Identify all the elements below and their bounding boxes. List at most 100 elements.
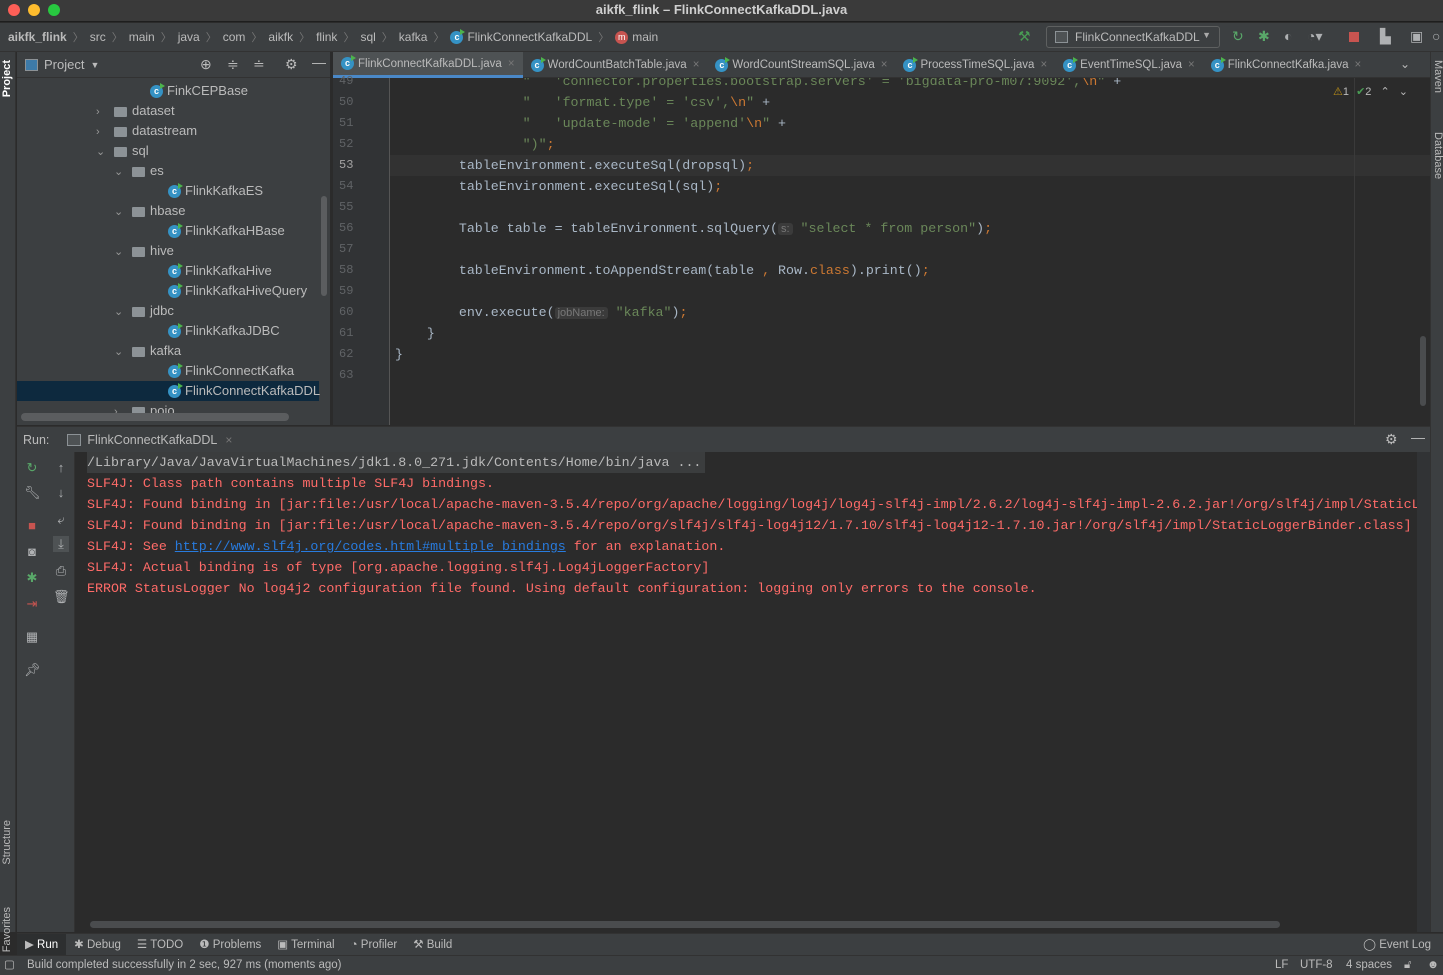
project-view-select[interactable]: Project	[44, 57, 84, 72]
todo-tool-tab[interactable]: ☰ TODO	[129, 934, 191, 956]
toggle-tool-windows-icon[interactable]: ▢	[4, 956, 15, 975]
show-all-tabs-chevron-icon[interactable]: ⌄	[1400, 57, 1410, 71]
chevron-down-icon[interactable]: ⌄	[114, 202, 128, 222]
encoding-widget[interactable]: UTF-8	[1300, 956, 1333, 975]
editor-vertical-scrollbar[interactable]	[1420, 336, 1426, 406]
maven-tool-button[interactable]: Maven	[1432, 60, 1443, 93]
editor-tab[interactable]: c WordCountStreamSQL.java ×	[707, 52, 895, 78]
tree-folder[interactable]: ⌄ jdbc	[17, 301, 319, 321]
gear-icon[interactable]: ⚙	[1385, 431, 1398, 448]
tree-folder[interactable]: › datastream	[17, 121, 319, 141]
locate-file-icon[interactable]: ⊕	[200, 56, 212, 73]
tree-class[interactable]: c FlinkKafkaHive	[17, 261, 319, 281]
scroll-to-end-icon[interactable]: ⤓	[53, 536, 69, 552]
editor-tab[interactable]: c FlinkConnectKafka.java ×	[1203, 52, 1370, 78]
project-structure-icon[interactable]: ▙	[1380, 28, 1391, 45]
previous-highlight-icon[interactable]: ⌃	[1380, 86, 1389, 98]
favorites-tool-button[interactable]: Favorites	[1, 907, 13, 952]
close-tab-icon[interactable]: ×	[881, 59, 888, 71]
debug-tool-tab[interactable]: ✱ Debug	[66, 934, 129, 956]
terminal-tool-tab[interactable]: ▣ Terminal	[269, 934, 342, 956]
close-tab-icon[interactable]: ×	[693, 59, 700, 71]
tree-class[interactable]: c FlinkKafkaES	[17, 181, 319, 201]
console-horizontal-scrollbar[interactable]	[90, 921, 1280, 928]
chevron-down-icon[interactable]: ⌄	[114, 242, 128, 262]
breadcrumb-item[interactable]: src	[90, 30, 106, 44]
terminal-window-icon[interactable]: ▣	[1410, 28, 1423, 45]
code-editor[interactable]: ⚠1 ✔2 ⌃ ⌄ " 'connector.properties.bootst…	[390, 78, 1430, 425]
tree-vertical-scrollbar[interactable]	[321, 196, 327, 296]
tree-folder[interactable]: ⌄ es	[17, 161, 319, 181]
exit-icon[interactable]: ⇥	[24, 596, 40, 612]
arrow-up-icon[interactable]: ↑	[53, 460, 69, 475]
chevron-right-icon[interactable]: ›	[96, 122, 110, 142]
tree-folder[interactable]: › dataset	[17, 101, 319, 121]
tree-class[interactable]: c FlinkKafkaHiveQuery	[17, 281, 319, 301]
arrow-down-icon[interactable]: ↓	[53, 485, 69, 500]
chevron-down-icon[interactable]: ⌄	[114, 342, 128, 362]
breadcrumb-item[interactable]: flink	[316, 30, 337, 44]
close-tab-icon[interactable]: ×	[225, 433, 232, 447]
tree-folder[interactable]: ⌄ hive	[17, 241, 319, 261]
collapse-all-icon[interactable]: ≐	[253, 56, 265, 73]
chevron-down-icon[interactable]: ⌄	[114, 302, 128, 322]
project-tool-button[interactable]: Project	[1, 60, 13, 97]
profiler-icon[interactable]: ◔▾	[1307, 28, 1322, 45]
breadcrumb-item[interactable]: c FlinkConnectKafkaDDL	[450, 29, 592, 45]
chevron-right-icon[interactable]: ›	[96, 102, 110, 122]
chevron-down-icon[interactable]: ⌄	[114, 162, 128, 182]
tree-folder[interactable]: ⌄ kafka	[17, 341, 319, 361]
editor-tab[interactable]: c EventTimeSQL.java ×	[1055, 52, 1203, 78]
line-separator-widget[interactable]: LF	[1275, 956, 1288, 975]
structure-tool-button[interactable]: Structure	[1, 820, 13, 865]
breadcrumb-item[interactable]: sql	[360, 30, 375, 44]
close-tab-icon[interactable]: ×	[1355, 59, 1362, 71]
indent-widget[interactable]: 4 spaces	[1346, 956, 1392, 975]
breadcrumb-item[interactable]: main	[129, 30, 155, 44]
close-tab-icon[interactable]: ×	[1040, 59, 1047, 71]
pin-icon[interactable]: 📌︎	[24, 662, 41, 678]
stop-icon[interactable]	[1349, 32, 1359, 42]
problems-tool-tab[interactable]: ❶ Problems	[191, 934, 269, 956]
inspector-icon[interactable]: ☻	[1427, 956, 1439, 975]
editor-tab[interactable]: c FlinkConnectKafkaDDL.java ×	[333, 52, 523, 78]
profiler-tool-tab[interactable]: ◔ Profiler	[343, 934, 406, 956]
stop-icon[interactable]: ■	[24, 518, 40, 533]
expand-all-icon[interactable]: ≑	[227, 56, 239, 73]
hide-panel-icon[interactable]: —	[312, 54, 326, 70]
build-hammer-icon[interactable]: ⚒	[1018, 28, 1031, 45]
camera-icon[interactable]: ◙	[24, 544, 40, 559]
console-output[interactable]: /Library/Java/JavaVirtualMachines/jdk1.8…	[75, 452, 1430, 932]
status-message[interactable]: Build completed successfully in 2 sec, 9…	[27, 956, 341, 975]
breadcrumb-item[interactable]: com	[223, 30, 246, 44]
editor-tab[interactable]: c WordCountBatchTable.java ×	[523, 52, 708, 78]
run-configuration-select[interactable]: FlinkConnectKafkaDDL ▼	[1046, 26, 1220, 48]
debug-bug-icon[interactable]: ✱	[24, 570, 40, 586]
breadcrumb-item[interactable]: java	[178, 30, 200, 44]
layout-icon[interactable]: ▦	[24, 629, 40, 645]
editor-tab[interactable]: c ProcessTimeSQL.java ×	[895, 52, 1055, 78]
tree-class[interactable]: c FlinkConnectKafka	[17, 361, 319, 381]
chevron-down-icon[interactable]: ▼	[90, 60, 99, 70]
soft-wrap-icon[interactable]: ⤶	[53, 512, 69, 528]
hide-panel-icon[interactable]: —	[1411, 429, 1425, 445]
tree-class[interactable]: c FlinkConnectKafkaDDL	[17, 381, 320, 401]
breadcrumb-item[interactable]: m main	[615, 30, 658, 45]
tree-horizontal-scrollbar[interactable]	[21, 413, 289, 421]
inspection-widget[interactable]: ⚠1 ✔2 ⌃ ⌄	[1333, 85, 1408, 98]
debug-bug-icon[interactable]: ✱	[1258, 28, 1270, 45]
build-tool-tab[interactable]: ⚒ Build	[405, 934, 460, 956]
database-tool-button[interactable]: Database	[1432, 132, 1443, 179]
trash-icon[interactable]: 🗑︎	[53, 589, 70, 605]
tree-class[interactable]: c FlinkKafkaHBase	[17, 221, 319, 241]
console-vertical-scrollbar[interactable]	[1417, 452, 1430, 932]
run-tool-tab[interactable]: ▶ Run	[17, 933, 67, 956]
breadcrumb-item[interactable]: kafka	[399, 30, 428, 44]
breadcrumb-item[interactable]: aikfk_flink	[8, 30, 67, 44]
lock-icon[interactable]: 🔓︎	[1404, 956, 1411, 975]
search-icon[interactable]: ○	[1432, 28, 1440, 44]
chevron-down-icon[interactable]: ⌄	[96, 142, 110, 162]
event-log-tab[interactable]: ◯ Event Log	[1355, 934, 1439, 956]
slf4j-link[interactable]: http://www.slf4j.org/codes.html#multiple…	[175, 539, 566, 554]
wrench-icon[interactable]: 🔧︎	[24, 485, 41, 501]
